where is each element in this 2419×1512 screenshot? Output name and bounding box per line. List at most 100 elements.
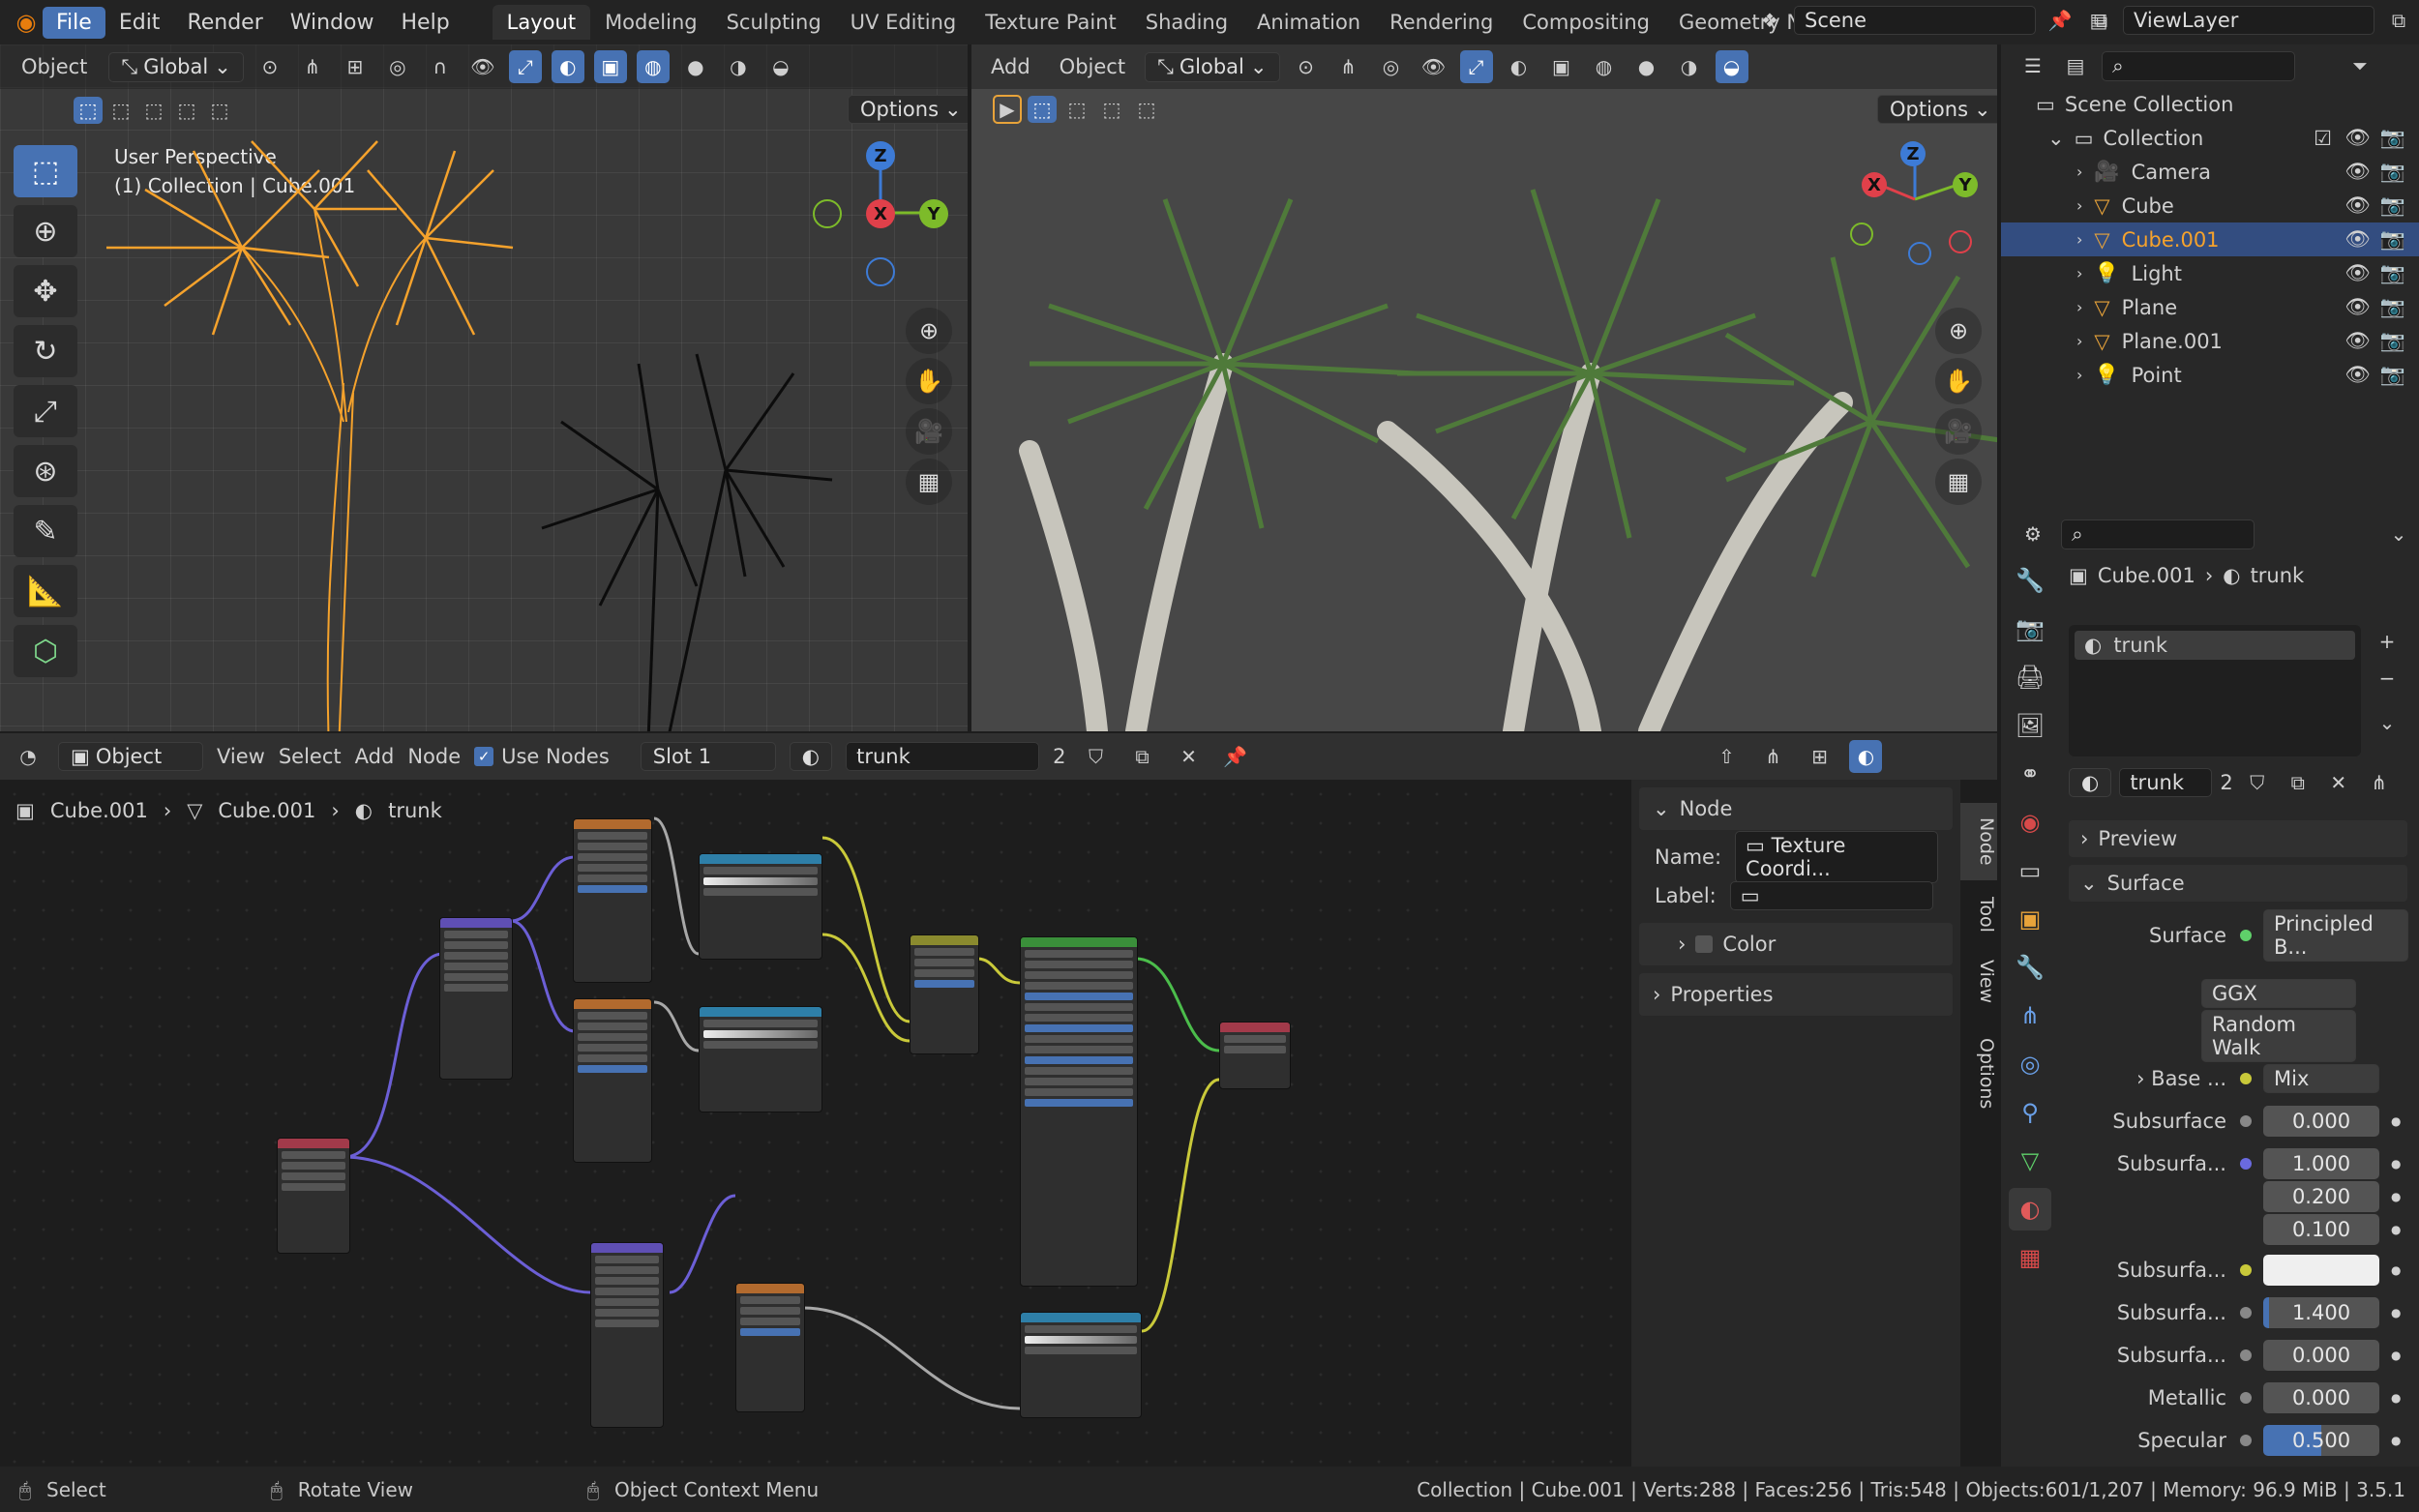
slot-dropdown[interactable]: Slot 1 xyxy=(640,742,776,771)
surface-shader-field[interactable]: Principled B... xyxy=(2263,909,2408,962)
zoom-icon[interactable]: ⊕ xyxy=(1935,308,1982,354)
camera-render-icon[interactable]: 📷 xyxy=(2380,363,2405,387)
fake-user-shield-icon[interactable]: ⛉ xyxy=(1079,740,1112,773)
eye-icon[interactable]: 👁 xyxy=(2344,295,2371,319)
distribution-dropdown[interactable]: GGX xyxy=(2201,979,2356,1008)
snap-icon[interactable]: ⋔ xyxy=(296,50,329,83)
menu-help[interactable]: Help xyxy=(388,7,463,39)
node-label-field[interactable]: ▭ xyxy=(1729,881,1933,910)
menu-render[interactable]: Render xyxy=(173,7,276,39)
mode-menu[interactable]: Object xyxy=(10,55,99,78)
object-menu[interactable]: Object xyxy=(1050,55,1135,78)
material-name-field[interactable]: trunk xyxy=(846,742,1040,771)
select-invert-icon[interactable]: ⬚ xyxy=(172,97,201,124)
add-slot-icon[interactable]: + xyxy=(2371,625,2404,658)
axis-y-icon[interactable]: Y xyxy=(1953,172,1978,197)
scene-icon[interactable]: ❖ xyxy=(1753,4,1786,37)
axis-z-icon[interactable]: Z xyxy=(1900,141,1926,166)
select-subtract-icon[interactable]: ⬚ xyxy=(1097,96,1126,123)
camera-render-icon[interactable]: 📷 xyxy=(2380,295,2405,319)
property-value-field[interactable]: 1.000 xyxy=(2263,1148,2379,1179)
fake-user-shield-icon[interactable]: ⛉ xyxy=(2241,766,2274,799)
material-datablock-field[interactable]: trunk xyxy=(2119,768,2213,797)
slot-specials-icon[interactable]: ⌄ xyxy=(2371,706,2404,739)
property-value-field[interactable]: 0.000 xyxy=(2263,1106,2379,1137)
camera-view-icon[interactable]: 🎥 xyxy=(1935,408,1982,455)
property-value-field[interactable]: 0.100 xyxy=(2263,1214,2379,1245)
solid-shading-icon[interactable]: ● xyxy=(1630,50,1663,83)
viewport-left[interactable]: Object ⤡ Global ⌄ ⊙ ⋔ ⊞ ◎ ∩ 👁 ⤢ ◐ ▣ ◍ ● ◑ … xyxy=(0,44,968,731)
color-checkbox[interactable] xyxy=(1695,935,1714,953)
ortho-grid-icon[interactable]: ▦ xyxy=(906,459,952,505)
exclude-checkbox-icon[interactable]: ☑ xyxy=(2314,127,2332,150)
material-browse-button[interactable]: ◐ xyxy=(2069,768,2112,797)
render-tab-icon[interactable]: 📷 xyxy=(2009,608,2051,650)
navigation-gizmo[interactable]: Z X Y xyxy=(813,141,948,286)
visibility-icon[interactable]: 👁 xyxy=(1418,50,1450,83)
eye-icon[interactable]: 👁 xyxy=(2344,126,2371,150)
select-subtract-icon[interactable]: ⬚ xyxy=(139,97,168,124)
property-value-field[interactable] xyxy=(2263,1255,2379,1286)
outliner-search-input[interactable]: ⌕ xyxy=(2102,50,2295,81)
snap-icon[interactable]: ⋔ xyxy=(1332,50,1365,83)
camera-render-icon[interactable]: 📷 xyxy=(2380,227,2405,252)
node-editor-canvas[interactable]: ▣ Cube.001 › ▽ Cube.001 › ◐ trunk xyxy=(0,780,1631,1467)
node-mode-dropdown[interactable]: ▣ Object xyxy=(58,742,203,771)
node-menu[interactable]: Node xyxy=(407,745,461,768)
chevron-down-icon[interactable]: ⌄ xyxy=(2382,518,2415,550)
unlink-material-icon[interactable]: ✕ xyxy=(1172,740,1205,773)
outliner-item[interactable]: › ▽ Cube 👁 📷 xyxy=(2001,189,2419,222)
keyframe-dot-icon[interactable]: ● xyxy=(2391,1349,2401,1362)
tab-compositing[interactable]: Compositing xyxy=(1508,5,1664,40)
chevron-right-icon[interactable]: › xyxy=(2076,196,2082,215)
outliner-type-icon[interactable]: ☰ xyxy=(2016,49,2049,82)
tab-sculpting[interactable]: Sculpting xyxy=(712,5,836,40)
outliner-item[interactable]: › 💡 Light 👁 📷 xyxy=(2001,256,2419,290)
eye-icon[interactable]: 👁 xyxy=(2344,227,2371,252)
pin-icon[interactable]: 📌 xyxy=(1218,740,1251,773)
chevron-right-icon[interactable]: › xyxy=(2076,332,2082,350)
keyframe-dot-icon[interactable]: ● xyxy=(2391,1114,2401,1128)
properties-subpanel[interactable]: › Properties xyxy=(1639,973,1953,1016)
pivot-icon[interactable]: ⊙ xyxy=(254,50,286,83)
property-value-field[interactable]: 0.000 xyxy=(2263,1382,2379,1413)
unselected-palm-silhouette[interactable] xyxy=(503,335,851,731)
property-value-field[interactable]: 0.200 xyxy=(2263,1181,2379,1212)
snap-mode-icon[interactable]: ⊞ xyxy=(1803,740,1836,773)
new-view-layer-icon[interactable]: ⧉ xyxy=(2382,4,2415,37)
properties-type-icon[interactable]: ⚙ xyxy=(2016,518,2049,550)
view-menu[interactable]: View xyxy=(217,745,265,768)
view-layer-tab-icon[interactable]: 🖼 xyxy=(2009,704,2051,747)
node-panel-header[interactable]: ⌄ Node xyxy=(1639,787,1953,830)
camera-render-icon[interactable]: 📷 xyxy=(2380,261,2405,285)
output-tab-icon[interactable]: 🖨 xyxy=(2009,656,2051,698)
preview-panel[interactable]: › Preview xyxy=(2069,820,2407,857)
tab-shading[interactable]: Shading xyxy=(1131,5,1242,40)
pin-icon[interactable]: 📌 xyxy=(2044,4,2076,37)
camera-render-icon[interactable]: 📷 xyxy=(2380,193,2405,218)
camera-render-icon[interactable]: 📷 xyxy=(2380,329,2405,353)
blender-logo-icon[interactable]: ◉ xyxy=(10,6,43,39)
scene-tab-icon[interactable]: ⚭ xyxy=(2009,753,2051,795)
outliner-item[interactable]: › 🎥 Camera 👁 📷 xyxy=(2001,155,2419,189)
options-dropdown-right[interactable]: Options ⌄ xyxy=(1877,95,1997,124)
duplicate-material-icon[interactable]: ⧉ xyxy=(2282,766,2314,799)
zoom-icon[interactable]: ⊕ xyxy=(906,308,952,354)
material-users-count[interactable]: 2 xyxy=(2220,771,2232,794)
measure-tool-icon[interactable]: 📐 xyxy=(14,565,77,617)
keyframe-dot-icon[interactable]: ● xyxy=(2391,1223,2401,1236)
node-material-output[interactable] xyxy=(1219,1022,1291,1089)
view-layer-icon[interactable]: ▤ xyxy=(2082,4,2115,37)
select-new-icon[interactable]: ⬚ xyxy=(74,97,103,124)
wireframe-shading-icon[interactable]: ◍ xyxy=(1588,50,1621,83)
tab-rendering[interactable]: Rendering xyxy=(1375,5,1508,40)
proportional-edit-icon[interactable]: ◎ xyxy=(381,50,414,83)
object-tab-icon[interactable]: ▣ xyxy=(2009,898,2051,940)
xray-icon[interactable]: ▣ xyxy=(593,50,627,83)
material-shading-icon[interactable]: ◑ xyxy=(1673,50,1706,83)
surface-panel[interactable]: ⌄ Surface xyxy=(2069,865,2407,902)
side-tab-options[interactable]: Options xyxy=(1960,1025,1997,1122)
link-mode-icon[interactable]: ⋔ xyxy=(2363,766,2396,799)
gizmo-icon[interactable]: ⤢ xyxy=(1459,50,1493,83)
add-menu[interactable]: Add xyxy=(355,745,395,768)
